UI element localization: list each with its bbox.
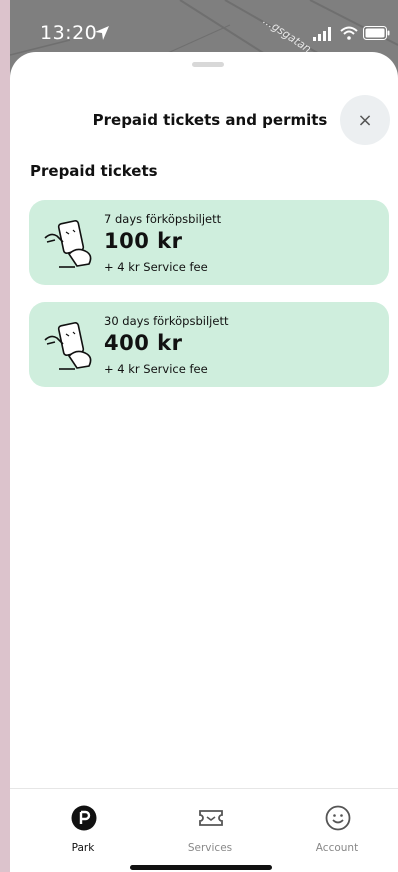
ticket-price: 100 kr	[104, 229, 183, 253]
tab-bar: Park Services Account	[10, 788, 398, 872]
ticket-hand-icon	[44, 220, 92, 268]
ticket-hand-icon	[44, 322, 92, 370]
tab-account[interactable]: Account	[282, 789, 392, 859]
ticket-name: 30 days förköpsbiljett	[104, 314, 229, 328]
ticket-price: 400 kr	[104, 331, 183, 355]
battery-icon	[363, 26, 390, 40]
park-p-icon	[71, 805, 97, 831]
ticket-service-fee: + 4 kr Service fee	[104, 362, 208, 376]
section-title: Prepaid tickets	[30, 162, 158, 180]
tab-label: Services	[187, 842, 233, 854]
ticket-name: 7 days förköpsbiljett	[104, 212, 222, 226]
status-time: 13:20	[40, 22, 98, 44]
ticket-service-fee: + 4 kr Service fee	[104, 260, 208, 274]
close-icon: ×	[357, 109, 373, 131]
smiley-icon	[325, 805, 351, 831]
tab-label: Account	[315, 842, 359, 854]
tab-services[interactable]: Services	[155, 789, 265, 859]
location-arrow-icon	[95, 26, 109, 40]
map-street-label: ...gsgatan	[260, 14, 314, 56]
sheet-grabber[interactable]	[192, 62, 224, 67]
wifi-icon	[340, 26, 358, 40]
ticket-icon	[199, 810, 223, 826]
ticket-card-30-days[interactable]: 30 days förköpsbiljett 400 kr + 4 kr Ser…	[29, 302, 389, 387]
tab-label: Park	[71, 842, 95, 854]
ticket-card-7-days[interactable]: 7 days förköpsbiljett 100 kr + 4 kr Serv…	[29, 200, 389, 285]
phone-screen: 13:20 ...gsgatan Prepaid tickets and per…	[10, 0, 398, 872]
signal-icon	[313, 27, 331, 41]
tab-park[interactable]: Park	[28, 789, 138, 859]
home-indicator	[130, 865, 272, 870]
prepaid-sheet: Prepaid tickets and permits × Prepaid ti…	[10, 52, 398, 872]
close-button[interactable]: ×	[340, 95, 390, 145]
